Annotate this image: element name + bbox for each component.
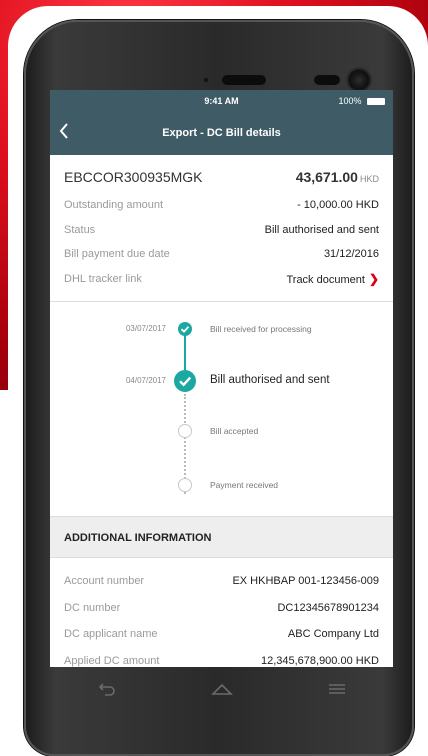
front-camera-icon [348, 69, 370, 91]
track-document-label: Track document [286, 273, 365, 286]
info-value: - 10,000.00 HKD [297, 199, 379, 212]
app-screen: 9:41 AM 100% Export - DC Bill details EB… [50, 90, 393, 667]
info-value: ABC Company Ltd [287, 628, 379, 641]
battery-percent: 100% [338, 96, 362, 106]
due-date-row: Bill payment due date 31/12/2016 [64, 242, 379, 267]
android-softkeys [50, 667, 393, 711]
info-value: EX HKHBAP 001-123456-009 [232, 575, 379, 588]
timeline-step: Bill accepted [50, 422, 393, 442]
applied-dc-amount-row: Applied DC amount 12,345,678,900.00 HKD [64, 648, 379, 668]
battery-icon [367, 98, 385, 106]
nav-bar: Export - DC Bill details [50, 112, 393, 155]
track-document-link[interactable]: Track document ❯ [286, 272, 379, 286]
info-label: Outstanding amount [64, 199, 164, 212]
dc-number-row: DC number DC12345678901234 [64, 595, 379, 622]
timeline-label: Payment received [210, 480, 279, 490]
account-number-row: Account number EX HKHBAP 001-123456-009 [64, 568, 379, 595]
timeline-step: 03/07/2017 Bill received for processing [50, 320, 393, 340]
check-icon [174, 370, 196, 392]
pending-circle-icon [178, 478, 192, 492]
reference-row: EBCCOR300935MGK 43,671.00 HKD [64, 155, 379, 193]
pending-circle-icon [178, 424, 192, 438]
bill-summary: EBCCOR300935MGK 43,671.00 HKD Outstanding… [50, 155, 393, 291]
bill-amount-value: 43,671.00 [295, 169, 358, 185]
info-label: Bill payment due date [64, 248, 170, 261]
status-row: Status Bill authorised and sent [64, 218, 379, 243]
info-value: 31/12/2016 [323, 248, 379, 261]
status-timeline: 03/07/2017 Bill received for processing … [50, 302, 393, 516]
chevron-right-icon: ❯ [368, 271, 379, 286]
check-icon [178, 322, 192, 336]
timeline-label: Bill received for processing [210, 324, 312, 334]
info-label: DC number [64, 601, 121, 614]
info-value: DC12345678901234 [277, 601, 379, 614]
sensor-dot [204, 78, 208, 82]
bill-reference: EBCCOR300935MGK [64, 169, 203, 185]
timeline-date: 04/07/2017 [125, 376, 166, 385]
info-value: 12,345,678,900.00 HKD [260, 654, 379, 667]
status-battery: 100% [338, 96, 385, 106]
outstanding-amount-row: Outstanding amount - 10,000.00 HKD [64, 193, 379, 218]
additional-info: Account number EX HKHBAP 001-123456-009 … [50, 558, 393, 667]
proximity-sensor [314, 75, 340, 85]
back-arrow-icon[interactable] [97, 682, 117, 696]
info-label: Applied DC amount [64, 654, 160, 667]
home-icon[interactable] [211, 682, 234, 696]
info-label: Status [64, 223, 96, 236]
timeline-label: Bill accepted [210, 426, 259, 436]
status-bar: 9:41 AM 100% [50, 90, 393, 112]
menu-icon[interactable] [328, 683, 346, 695]
info-label: DC applicant name [64, 628, 158, 641]
info-value: Bill authorised and sent [264, 223, 379, 236]
bill-amount: 43,671.00 HKD [296, 169, 379, 185]
timeline-step-current: 04/07/2017 Bill authorised and sent [50, 370, 393, 392]
info-label: DHL tracker link [64, 272, 142, 285]
earpiece-speaker [222, 75, 266, 85]
timeline-date: 03/07/2017 [125, 324, 166, 333]
bill-currency: HKD [359, 174, 379, 184]
info-label: Account number [64, 575, 145, 588]
dc-applicant-row: DC applicant name ABC Company Ltd [64, 621, 379, 648]
timeline-step: Payment received [50, 476, 393, 496]
timeline-label: Bill authorised and sent [210, 374, 330, 386]
tracker-row: DHL tracker link Track document ❯ [64, 267, 379, 292]
additional-info-heading: ADDITIONAL INFORMATION [50, 516, 393, 558]
page-title: Export - DC Bill details [162, 127, 281, 139]
